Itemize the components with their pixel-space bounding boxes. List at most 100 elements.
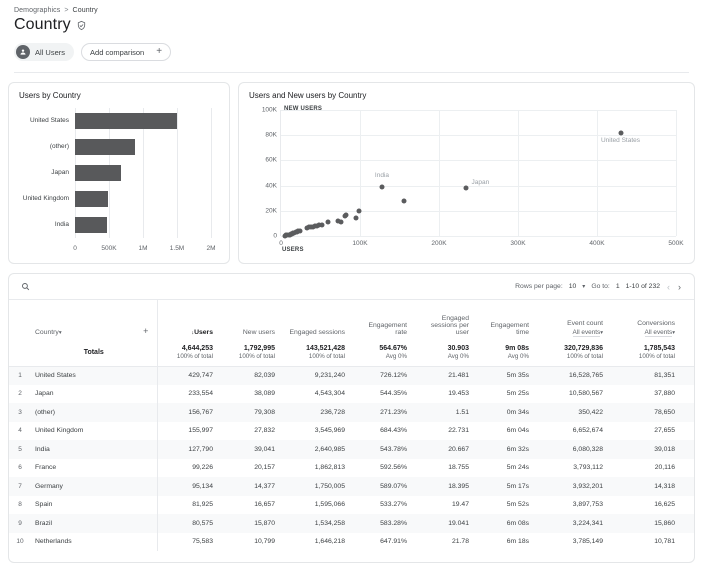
table-row[interactable]: 1 United States 429,747 82,039 9,231,240 726.… [9,366,694,385]
row-engagement-time: 5m 52s [506,501,529,509]
add-dimension-button[interactable]: + [135,300,157,340]
scatter-point[interactable] [325,219,331,225]
row-new-users: 14,377 [254,482,275,490]
row-engagement-time: 5m 17s [506,482,529,490]
filter-chip-all-users[interactable]: All Users [14,43,75,61]
bar-x-tick-label: 1.5M [169,245,185,252]
row-engagement-rate: 543.78% [380,445,407,453]
totals-users: 4,644,253 100% of total [156,340,223,367]
search-input[interactable] [36,281,296,292]
totals-engagement-rate: 564.67% Avg 0% [355,340,417,367]
row-event-count: 3,224,341 [572,519,603,527]
table-pagination: Rows per page: 10 ▾ Go to: 1 1-10 of 232… [515,282,682,292]
row-country[interactable]: (other) [31,403,157,422]
table-row[interactable]: 9 Brazil 80,575 15,870 1,534,258 583.28% 19.04… [9,514,694,533]
table-row[interactable]: 10 Netherlands 75,583 10,799 1,646,218 647.91… [9,532,694,552]
totals-engagement-time-value: 9m 08s [505,345,529,353]
row-index: 7 [18,482,22,490]
row-country[interactable]: India [31,440,157,459]
row-engaged-sessions-per-user: 18.395 [448,482,469,490]
row-engaged-sessions-per-user: 18.755 [448,464,469,472]
event-count-filter[interactable]: All events [572,329,601,337]
th-conversions[interactable]: Conversions All events▾ [613,300,685,340]
th-engaged-sessions[interactable]: Engaged sessions [285,300,355,340]
totals-users-sub: 100% of total [176,353,213,361]
scatter-point[interactable] [342,213,348,219]
rows-per-page-value[interactable]: 10 [569,283,577,290]
users-by-country-card: Users by Country United States (other) Jap… [8,82,230,264]
totals-engaged-sessions-sub: 100% of total [308,353,345,361]
row-conversions: 20,116 [654,464,675,472]
row-engaged-sessions-per-user: 19.47 [451,501,469,509]
table-row[interactable]: 5 India 127,790 39,041 2,640,985 543.78% 20.66… [9,440,694,459]
row-country[interactable]: Japan [31,385,157,404]
row-users: 429,747 [156,366,223,385]
totals-engagement-time: 9m 08s Avg 0% [479,340,539,367]
row-country[interactable]: United States [31,366,157,385]
conversions-filter[interactable]: All events [644,329,673,337]
shield-check-icon[interactable] [76,20,87,31]
bar-segment[interactable] [75,164,121,182]
chevron-down-icon[interactable]: ▾ [672,330,675,336]
scatter-gridline-h [281,160,676,162]
scatter-point[interactable] [356,208,362,214]
search-icon[interactable] [21,282,30,291]
row-country[interactable]: Germany [31,477,157,496]
th-country[interactable]: Country▾ [31,300,135,340]
table-row[interactable]: 4 United Kingdom 155,997 27,832 3,545,969 684… [9,421,694,441]
row-engagement-rate: 583.28% [380,519,407,527]
scatter-point[interactable] [353,215,359,221]
scatter-point[interactable] [618,130,623,136]
scatter-point[interactable] [463,185,468,191]
bar-gridline [211,108,212,238]
totals-conversions-value: 1,785,543 [643,345,675,353]
th-event-count[interactable]: Event count All events▾ [539,300,613,340]
bar-segment[interactable] [75,138,135,156]
scatter-y-tick-label: 40K [265,182,277,190]
table-row[interactable]: 6 France 99,226 20,157 1,862,813 592.56% 18.75… [9,458,694,478]
scatter-point[interactable] [335,218,341,224]
chevron-down-icon[interactable]: ▾ [600,330,603,336]
table-row[interactable]: 2 Japan 233,554 38,089 4,543,304 544.35% 19.45… [9,384,694,404]
row-country[interactable]: Netherlands [31,533,157,552]
table-row[interactable]: 8 Spain 81,925 16,657 1,595,066 533.27% 19.47 5… [9,495,694,515]
scatter-point-label: United States [600,136,641,144]
chevron-down-icon[interactable]: ▾ [582,283,585,290]
th-revenue[interactable]: Revenue [685,300,694,340]
goto-input[interactable]: 1 [616,283,620,290]
scatter-gridline-h [281,210,676,212]
th-users[interactable]: ↓Users [156,300,223,340]
table-row[interactable]: 3 (other) 156,767 79,308 236,728 271.23% 1.51 0… [9,403,694,422]
scatter-point[interactable] [304,225,310,231]
row-engaged-sessions: 9,231,240 [314,372,345,379]
totals-conversions: 1,785,543 100% of total [613,340,685,367]
row-engagement-rate: 589.07% [380,482,407,490]
th-new-users[interactable]: New users [223,300,285,340]
th-users-label: Users [194,329,213,336]
row-country[interactable]: Spain [31,496,157,515]
bar-segment[interactable] [75,112,177,130]
bar-segment[interactable] [75,216,107,234]
th-engagement-rate[interactable]: Engagement rate [355,300,417,340]
chevron-right-icon[interactable]: › [677,282,682,292]
bar-x-tick-label: 500K [101,245,117,252]
row-users: 156,767 [156,403,223,422]
scatter-point[interactable] [401,198,407,204]
scatter-point[interactable] [282,233,288,238]
bar-segment[interactable] [75,190,108,208]
totals-engaged-sessions-value: 143,521,428 [306,345,345,353]
scatter-point[interactable] [379,184,385,190]
row-new-users: 79,308 [254,408,275,416]
row-country[interactable]: Brazil [31,514,157,533]
breadcrumb-parent[interactable]: Demographics [14,7,60,14]
scatter-x-tick-label: 100K [352,240,368,247]
add-comparison-button[interactable]: Add comparison + [81,43,172,61]
scatter-y-tick-label: 100K [261,106,277,114]
row-users: 75,583 [156,532,223,551]
th-engaged-sessions-per-user[interactable]: Engaged sessions per user [417,300,479,340]
table-row[interactable]: 7 Germany 95,134 14,377 1,750,005 589.07% 18.3… [9,477,694,496]
row-country[interactable]: United Kingdom [31,422,157,441]
th-engagement-time[interactable]: Engagement time [479,300,539,340]
chevron-left-icon[interactable]: ‹ [666,282,671,292]
row-country[interactable]: France [31,459,157,478]
